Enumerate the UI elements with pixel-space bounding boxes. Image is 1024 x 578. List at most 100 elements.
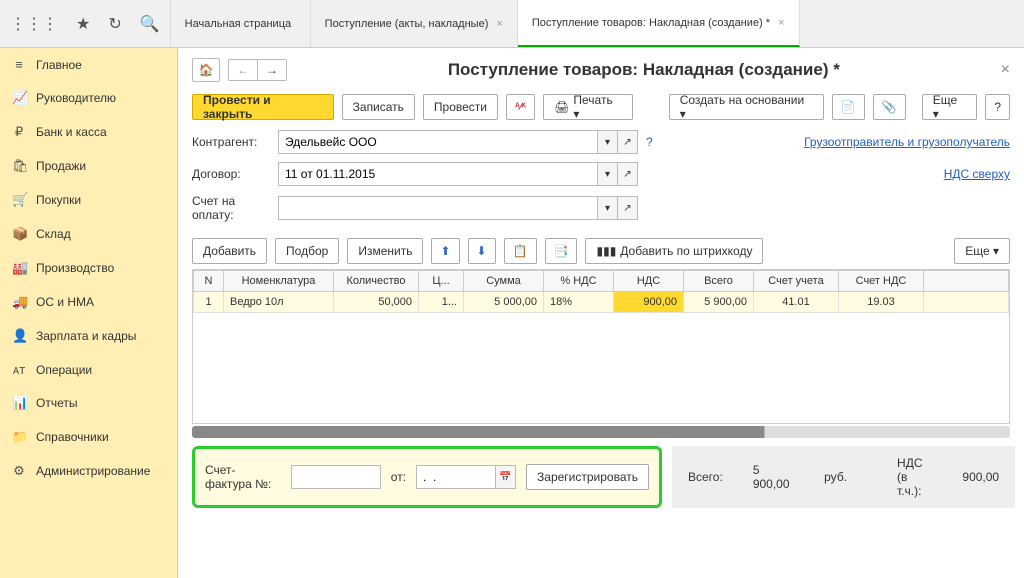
sidebar-item-production[interactable]: 🏭Производство (0, 251, 177, 285)
save-button[interactable]: Записать (342, 94, 415, 120)
post-button[interactable]: Провести (423, 94, 498, 120)
apps-icon[interactable]: ⋮⋮⋮ (10, 14, 58, 34)
sidebar-item-admin[interactable]: ⚙Администрирование (0, 454, 177, 488)
attach-button[interactable]: 📎 (873, 94, 906, 120)
invoice-number-input[interactable] (291, 465, 381, 489)
table-row[interactable]: 1 Ведро 10л 50,000 1... 5 000,00 18% 900… (194, 292, 1009, 313)
ops-icon: ᴀᴛ (12, 362, 26, 377)
col-price[interactable]: Ц... (419, 271, 464, 292)
vat-link[interactable]: НДС сверху (944, 167, 1010, 181)
total-label: Всего: (688, 470, 723, 484)
help-link[interactable]: ? (646, 135, 653, 149)
col-vatpct[interactable]: % НДС (544, 271, 614, 292)
select-button[interactable]: Подбор (275, 238, 339, 264)
folder-icon: 📁 (12, 429, 26, 445)
sidebar-item-purchases[interactable]: 🛒Покупки (0, 183, 177, 217)
cart-icon: 🛒 (12, 192, 26, 208)
sidebar-item-operations[interactable]: ᴀᴛОперации (0, 353, 177, 386)
counterparty-input[interactable] (278, 130, 598, 154)
copy-button[interactable]: 📋 (504, 238, 537, 264)
table-more-button[interactable]: Еще ▾ (954, 238, 1010, 264)
account-label: Счет на оплату: (192, 194, 270, 222)
menu-icon: ≡ (12, 57, 26, 72)
forward-button[interactable]: → (258, 60, 286, 80)
print-button[interactable]: 🖨 Печать ▾ (543, 94, 633, 120)
col-total[interactable]: Всего (684, 271, 754, 292)
col-n[interactable]: N (194, 271, 224, 292)
factory-icon: 🏭 (12, 260, 26, 276)
sidebar: ≡Главное 📈Руководителю ₽Банк и касса 🛍Пр… (0, 48, 178, 578)
barcode-button[interactable]: ▮▮▮ Добавить по штрихкоду (585, 238, 763, 264)
sidebar-item-manager[interactable]: 📈Руководителю (0, 81, 177, 115)
register-button[interactable]: Зарегистрировать (526, 464, 649, 490)
debit-credit-button[interactable]: ᴬ⁄ᴷ (506, 94, 535, 120)
person-icon: 👤 (12, 328, 26, 344)
close-icon[interactable]: × (496, 18, 502, 30)
contract-label: Договор: (192, 167, 270, 181)
search-icon[interactable]: 🔍 (140, 14, 160, 34)
tab-receipts[interactable]: Поступление (акты, накладные)× (311, 0, 518, 47)
col-acc1[interactable]: Счет учета (754, 271, 839, 292)
dropdown-button[interactable]: ▾ (598, 162, 618, 186)
shipper-link[interactable]: Грузоотправитель и грузополучатель (804, 135, 1010, 149)
sidebar-item-main[interactable]: ≡Главное (0, 48, 177, 81)
col-nom[interactable]: Номенклатура (224, 271, 334, 292)
counterparty-label: Контрагент: (192, 135, 270, 149)
col-vat[interactable]: НДС (614, 271, 684, 292)
chart-icon: 📈 (12, 90, 26, 106)
currency: руб. (824, 470, 847, 484)
create-based-button[interactable]: Создать на основании ▾ (669, 94, 824, 120)
gear-icon: ⚙ (12, 463, 26, 479)
box-icon: 📦 (12, 226, 26, 242)
add-row-button[interactable]: Добавить (192, 238, 267, 264)
move-down-button[interactable]: ⬇ (468, 238, 496, 264)
paste-button[interactable]: 📑 (545, 238, 578, 264)
close-icon[interactable]: × (778, 17, 784, 29)
col-sum[interactable]: Сумма (464, 271, 544, 292)
total-value: 5 900,00 (753, 463, 794, 491)
open-button[interactable]: ↗ (618, 196, 638, 220)
dropdown-button[interactable]: ▾ (598, 130, 618, 154)
help-button[interactable]: ? (985, 94, 1010, 120)
sidebar-item-bank[interactable]: ₽Банк и касса (0, 115, 177, 149)
dropdown-button[interactable]: ▾ (598, 196, 618, 220)
truck-icon: 🚚 (12, 294, 26, 310)
edit-button[interactable]: Изменить (347, 238, 423, 264)
star-icon[interactable]: ★ (76, 14, 90, 34)
page-title: Поступление товаров: Накладная (создание… (295, 60, 993, 80)
move-up-button[interactable]: ⬆ (431, 238, 459, 264)
open-button[interactable]: ↗ (618, 162, 638, 186)
sidebar-item-refs[interactable]: 📁Справочники (0, 420, 177, 454)
col-ext[interactable] (924, 271, 1009, 292)
sidebar-item-assets[interactable]: 🚚ОС и НМА (0, 285, 177, 319)
contract-input[interactable] (278, 162, 598, 186)
account-input[interactable] (278, 196, 598, 220)
doc-icon-button[interactable]: 📄 (832, 94, 865, 120)
col-qty[interactable]: Количество (334, 271, 419, 292)
sidebar-item-reports[interactable]: 📊Отчеты (0, 386, 177, 420)
bag-icon: 🛍 (12, 158, 26, 174)
close-button[interactable]: × (1001, 61, 1010, 79)
col-acc2[interactable]: Счет НДС (839, 271, 924, 292)
open-button[interactable]: ↗ (618, 130, 638, 154)
tab-home[interactable]: Начальная страница (171, 0, 311, 47)
ruble-icon: ₽ (12, 124, 26, 140)
sidebar-item-sales[interactable]: 🛍Продажи (0, 149, 177, 183)
invoice-panel: Счет-фактура №: от: 📅 Зарегистрировать (192, 446, 662, 508)
scrollbar[interactable] (192, 426, 1010, 438)
invoice-from-label: от: (391, 470, 406, 484)
invoice-date-input[interactable] (416, 465, 496, 489)
sidebar-item-warehouse[interactable]: 📦Склад (0, 217, 177, 251)
sidebar-item-payroll[interactable]: 👤Зарплата и кадры (0, 319, 177, 353)
totals-panel: Всего: 5 900,00 руб. НДС (в т.ч.): 900,0… (672, 446, 1015, 508)
vat-value: 900,00 (962, 470, 999, 484)
history-icon[interactable]: ↻ (108, 14, 121, 34)
back-button[interactable]: ← (229, 60, 258, 80)
post-close-button[interactable]: Провести и закрыть (192, 94, 334, 120)
report-icon: 📊 (12, 395, 26, 411)
tab-invoice[interactable]: Поступление товаров: Накладная (создание… (518, 0, 800, 47)
home-button[interactable]: 🏠 (192, 58, 220, 82)
items-table: N Номенклатура Количество Ц... Сумма % Н… (193, 270, 1009, 313)
calendar-button[interactable]: 📅 (496, 465, 516, 489)
more-button[interactable]: Еще ▾ (922, 94, 978, 120)
